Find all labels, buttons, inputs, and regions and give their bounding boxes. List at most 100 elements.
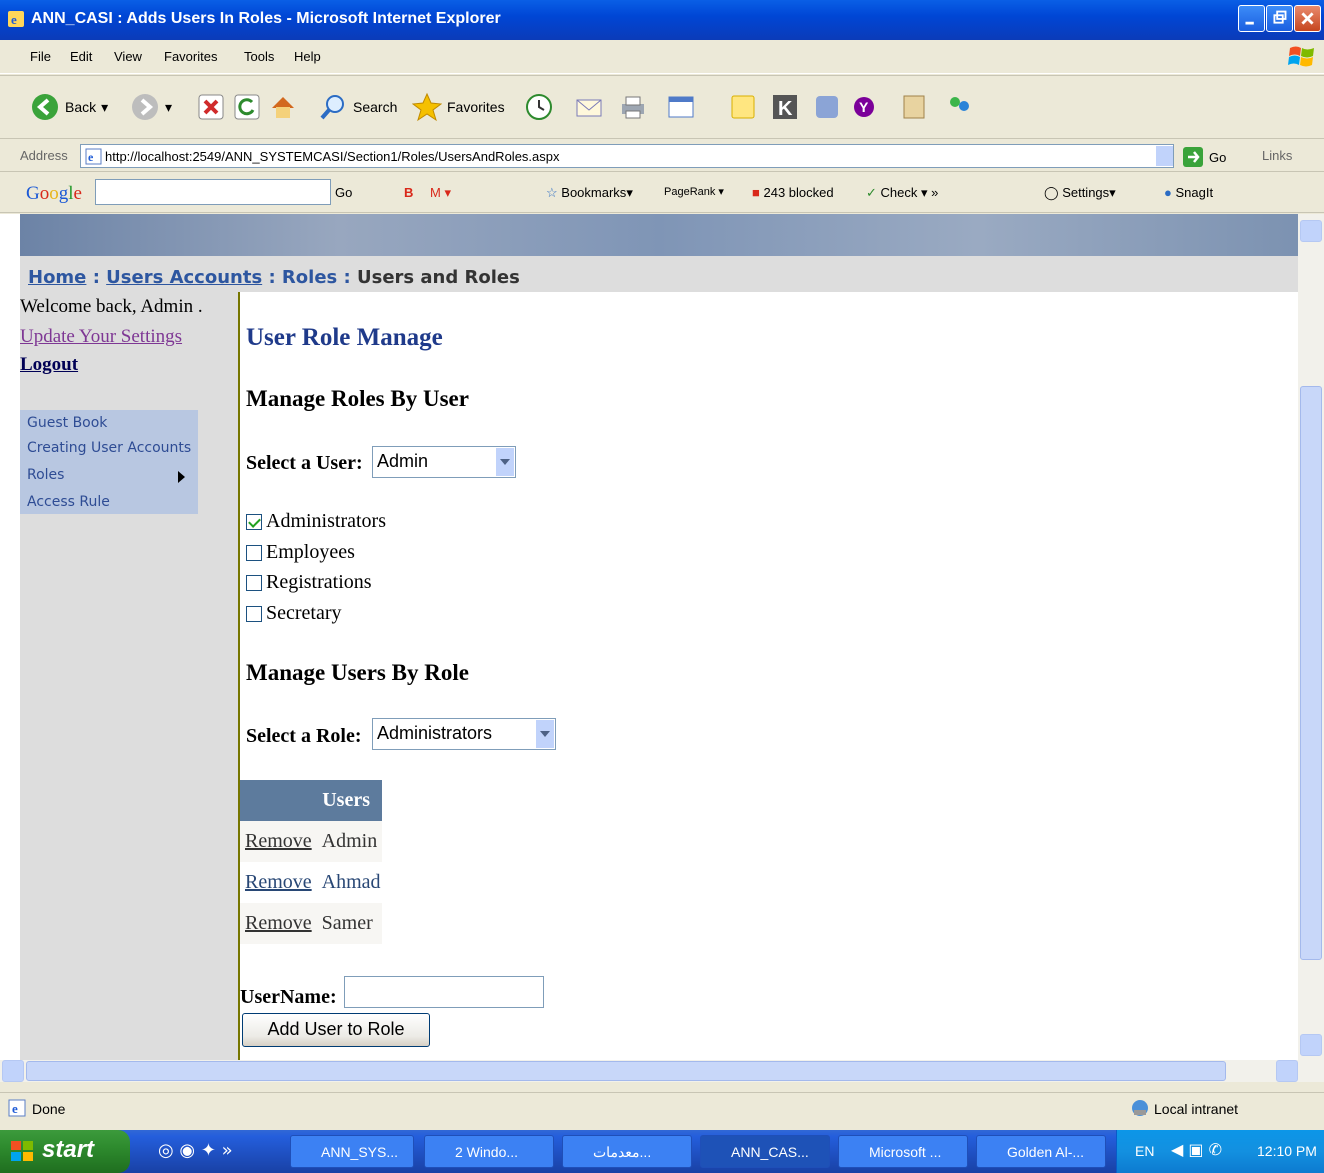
menu-file[interactable]: File <box>30 49 51 64</box>
sidebar-item-access-rule[interactable]: Access Rule <box>27 494 110 510</box>
taskbar-item-ann-cas[interactable]: ANN_CAS... <box>700 1135 830 1168</box>
sidebar-item-roles[interactable]: Roles <box>27 467 64 483</box>
role-checkbox-row[interactable]: Registrations <box>246 571 372 594</box>
yahoo-icon[interactable]: Y <box>852 92 882 122</box>
gmail-icon[interactable]: M ▾ <box>430 185 451 201</box>
google-logo[interactable]: Google <box>26 183 82 205</box>
breadcrumb-users-accounts[interactable]: Users Accounts <box>106 267 262 288</box>
address-input[interactable]: e http://localhost:2549/ANN_SYSTEMCASI/S… <box>80 144 1174 168</box>
remove-user-link[interactable]: Remove <box>245 912 312 934</box>
role-checkbox-administrators[interactable] <box>246 513 262 530</box>
breadcrumb-separator: : <box>92 267 100 288</box>
logout-link[interactable]: Logout <box>20 354 78 376</box>
update-settings-link[interactable]: Update Your Settings <box>20 326 182 348</box>
research-icon[interactable] <box>900 92 930 122</box>
horizontal-scrollbar[interactable] <box>0 1060 1324 1082</box>
stop-icon[interactable] <box>196 92 226 122</box>
close-button[interactable] <box>1294 5 1321 32</box>
settings-button[interactable]: ◯ Settings▾ <box>1044 185 1116 201</box>
menu-favorites[interactable]: Favorites <box>164 49 217 64</box>
mail-icon[interactable] <box>574 92 604 122</box>
start-button[interactable]: start <box>0 1130 130 1173</box>
blogger-icon[interactable]: B <box>404 185 413 200</box>
popup-blocker-button[interactable]: ■ 243 blocked <box>752 185 834 200</box>
msn-people-icon[interactable] <box>944 92 974 122</box>
language-indicator[interactable]: EN <box>1135 1143 1154 1159</box>
note-icon[interactable] <box>728 92 758 122</box>
remove-user-link[interactable]: Remove <box>245 830 312 852</box>
snagit-button[interactable]: ● SnagIt <box>1164 185 1213 200</box>
google-search-input[interactable] <box>95 179 331 205</box>
taskbar-item-arabic-doc[interactable]: ﻣﻌﺪﻣﺎﺕ... <box>562 1135 692 1168</box>
role-checkbox-row[interactable]: Administrators <box>246 510 386 533</box>
search-icon <box>320 95 344 120</box>
home-icon[interactable] <box>268 92 298 122</box>
address-dropdown-icon[interactable] <box>1155 146 1173 166</box>
spellcheck-button[interactable]: ✓ Check ▾ » <box>866 185 938 201</box>
sidebar-item-creating-user-accounts[interactable]: Creating User Accounts <box>27 440 191 456</box>
back-dropdown-icon[interactable]: ▾ <box>101 99 108 116</box>
google-go-button[interactable]: Go <box>335 185 352 200</box>
forward-button[interactable]: ▾ <box>130 92 172 122</box>
edit-icon[interactable] <box>666 92 696 122</box>
username-input[interactable] <box>344 976 544 1008</box>
menu-edit[interactable]: Edit <box>70 49 92 64</box>
user-name: Admin <box>321 830 378 852</box>
menu-help[interactable]: Help <box>294 49 321 64</box>
role-checkbox-employees[interactable] <box>246 544 262 561</box>
chevron-down-icon <box>496 448 514 476</box>
sidebar: Welcome back, Admin . Update Your Settin… <box>20 292 238 1064</box>
vertical-scroll-thumb[interactable] <box>1300 386 1322 960</box>
horizontal-scroll-thumb[interactable] <box>26 1061 1226 1081</box>
taskbar-item-windows[interactable]: 2 Windo... <box>424 1135 554 1168</box>
role-checkbox-secretary[interactable] <box>246 605 262 622</box>
search-button[interactable]: Search <box>318 92 397 122</box>
settings-label: Settings <box>1062 185 1110 200</box>
svg-text:Y: Y <box>859 99 869 115</box>
favorites-button[interactable]: Favorites <box>412 92 505 122</box>
role-checkbox-row[interactable]: Secretary <box>246 602 342 625</box>
role-select[interactable]: Administrators <box>372 718 556 750</box>
k-icon[interactable]: K <box>770 92 800 122</box>
menu-bar: File Edit View Favorites Tools Help <box>0 40 1324 74</box>
sidebar-item-guest-book[interactable]: Guest Book <box>27 415 107 431</box>
scroll-up-icon[interactable] <box>1300 220 1322 242</box>
breadcrumb-home[interactable]: Home <box>28 267 86 288</box>
breadcrumb-separator: : <box>343 267 351 288</box>
quick-launch-icons[interactable]: ◎ ◉ ✦ » <box>158 1140 233 1161</box>
links-button[interactable]: Links <box>1262 148 1292 163</box>
print-icon[interactable] <box>618 92 648 122</box>
check-label: Check <box>880 185 918 200</box>
menu-tools[interactable]: Tools <box>244 49 274 64</box>
taskbar-item-ann-sys[interactable]: ANN_SYS... <box>290 1135 414 1168</box>
maximize-button[interactable] <box>1266 5 1293 32</box>
security-zone: Local intranet <box>1154 1101 1239 1117</box>
address-bar: Address e http://localhost:2549/ANN_SYST… <box>0 140 1324 172</box>
site-banner <box>20 214 1298 256</box>
forward-dropdown-icon[interactable]: ▾ <box>165 99 172 116</box>
scroll-right-icon[interactable] <box>1276 1060 1298 1082</box>
svg-text:e: e <box>11 12 17 27</box>
breadcrumb-roles[interactable]: Roles <box>282 267 337 288</box>
add-user-to-role-button[interactable]: Add User to Role <box>242 1013 430 1047</box>
refresh-icon[interactable] <box>232 92 262 122</box>
pagerank-button[interactable]: PageRank ▾ <box>664 185 724 198</box>
remove-user-link[interactable]: Remove <box>245 871 312 893</box>
minimize-button[interactable] <box>1238 5 1265 32</box>
username-label: UserName: <box>240 986 337 1008</box>
vertical-scrollbar[interactable] <box>1298 214 1324 1060</box>
user-select[interactable]: Admin <box>372 446 516 478</box>
taskbar-item-microsoft[interactable]: Microsoft ... <box>838 1135 968 1168</box>
back-button[interactable]: Back ▾ <box>30 92 108 122</box>
menu-view[interactable]: View <box>114 49 142 64</box>
bookmarks-button[interactable]: ☆ Bookmarks▾ <box>546 185 633 201</box>
scroll-left-icon[interactable] <box>2 1060 24 1082</box>
history-icon[interactable] <box>524 92 554 122</box>
scroll-down-icon[interactable] <box>1300 1034 1322 1056</box>
role-checkbox-row[interactable]: Employees <box>246 541 355 564</box>
role-checkbox-registrations[interactable] <box>246 574 262 591</box>
messenger-icon[interactable] <box>812 92 842 122</box>
tray-icons[interactable]: ◀ ▣ ✆ <box>1171 1140 1222 1159</box>
taskbar-item-golden[interactable]: Golden Al-... <box>976 1135 1106 1168</box>
go-button[interactable]: Go <box>1182 146 1226 168</box>
